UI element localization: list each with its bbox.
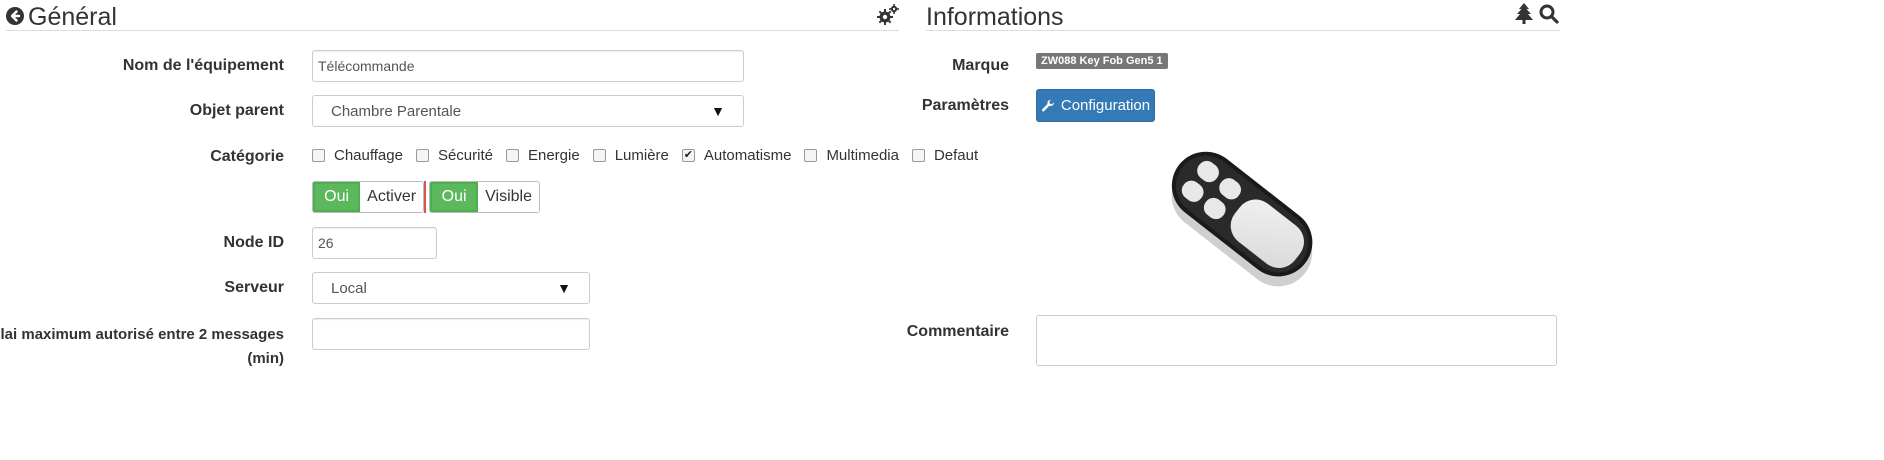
server-select-value: Local — [331, 279, 367, 297]
server-select[interactable]: Local ▼ — [312, 272, 590, 304]
general-title: Général — [28, 3, 117, 31]
checkbox-automatisme[interactable]: ✔ — [681, 149, 695, 162]
toggle-separator — [424, 181, 426, 213]
category-label: Catégorie — [210, 148, 284, 165]
checkbox-multimedia[interactable] — [804, 149, 818, 162]
comment-label: Commentaire — [906, 323, 1009, 340]
checkbox-securite[interactable] — [415, 149, 429, 162]
category-multimedia-label: Multimedia — [826, 147, 899, 164]
back-arrow-icon[interactable] — [6, 7, 24, 25]
server-label: Serveur — [224, 279, 284, 296]
params-label: Paramètres — [921, 97, 1009, 114]
visible-toggle-on[interactable]: Oui — [430, 182, 479, 212]
parent-label: Objet parent — [189, 102, 284, 119]
category-energie[interactable]: Energie — [505, 147, 580, 164]
category-defaut[interactable]: Defaut — [911, 147, 979, 164]
informations-divider — [926, 30, 1560, 31]
checkbox-chauffage[interactable] — [312, 149, 325, 162]
category-lumiere-label: Lumière — [614, 147, 669, 164]
node-id-input[interactable]: 26 — [312, 227, 437, 259]
category-automatisme-label: Automatisme — [703, 147, 792, 164]
configuration-button[interactable]: Configuration — [1036, 89, 1155, 122]
visible-toggle-label: Visible — [478, 182, 539, 212]
delay-input[interactable] — [312, 318, 590, 350]
category-securite[interactable]: Sécurité — [415, 147, 493, 164]
activer-toggle-on[interactable]: Oui — [313, 182, 361, 212]
category-defaut-label: Defaut — [933, 147, 979, 164]
informations-title: Informations — [926, 3, 1064, 31]
brand-badge: ZW088 Key Fob Gen5 1 — [1036, 53, 1168, 69]
category-chauffage[interactable]: Chauffage — [312, 147, 403, 164]
checkbox-lumiere[interactable] — [592, 149, 606, 162]
comment-textarea[interactable] — [1036, 315, 1557, 366]
search-icon[interactable] — [1539, 4, 1559, 24]
general-divider — [6, 30, 899, 31]
category-automatisme[interactable]: ✔ Automatisme — [681, 147, 792, 164]
wrench-icon — [1041, 99, 1055, 113]
parent-select[interactable]: Chambre Parentale ▼ — [312, 95, 744, 127]
device-image — [1150, 150, 1330, 290]
chevron-down-icon: ▼ — [557, 280, 571, 296]
category-securite-label: Sécurité — [437, 147, 493, 164]
name-input[interactable]: Télécommande — [312, 50, 744, 82]
tree-icon[interactable] — [1515, 3, 1533, 25]
visible-toggle[interactable]: Oui Visible — [429, 181, 540, 213]
category-checkboxes: Chauffage Sécurité Energie Lumière ✔ Auto… — [312, 147, 978, 164]
configuration-button-label: Configuration — [1060, 97, 1151, 114]
category-multimedia[interactable]: Multimedia — [804, 147, 899, 164]
chevron-down-icon: ▼ — [711, 103, 725, 119]
node-id-label: Node ID — [223, 234, 284, 251]
delay-label: Délai maximum autorisé entre 2 messages … — [0, 326, 284, 367]
category-energie-label: Energie — [527, 147, 580, 164]
name-label: Nom de l'équipement — [122, 57, 284, 74]
cogs-icon[interactable] — [877, 4, 899, 26]
category-lumiere[interactable]: Lumière — [592, 147, 669, 164]
activer-toggle[interactable]: Oui Activer — [312, 181, 424, 213]
activer-toggle-label: Activer — [360, 182, 423, 212]
parent-select-value: Chambre Parentale — [331, 102, 462, 120]
category-chauffage-label: Chauffage — [334, 147, 403, 164]
brand-label: Marque — [952, 57, 1009, 74]
checkbox-defaut[interactable] — [911, 149, 925, 162]
checkbox-energie[interactable] — [505, 149, 519, 162]
